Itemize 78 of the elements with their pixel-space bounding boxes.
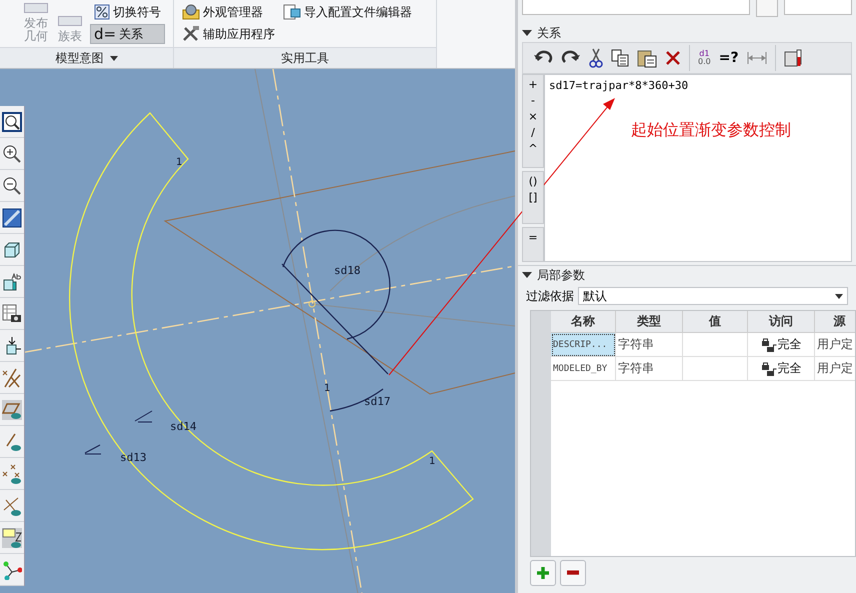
operator-button[interactable]: - [531,94,535,108]
dimension-icon[interactable] [746,51,767,65]
constraint-mark: 1 [176,157,182,168]
node-tree-icon[interactable] [2,560,22,580]
config-editor-icon [283,4,301,20]
paste-icon[interactable] [637,48,657,68]
group-label: 实用工具 [281,50,329,66]
minus-icon [567,570,579,576]
note-eye-icon[interactable] [2,528,22,548]
collapse-caret-icon[interactable] [522,30,532,36]
operator-button[interactable]: + [528,78,538,92]
remove-button[interactable] [560,560,586,586]
cube-label-icon[interactable] [2,272,22,292]
table-cell: 用户定 [815,357,855,381]
dropdown-caret-icon[interactable] [110,56,118,60]
table-camera-icon[interactable] [2,304,22,324]
operator-button[interactable]: [] [528,190,538,205]
copy-icon[interactable] [611,49,629,67]
table-cell[interactable]: DESCRIP... [551,333,616,357]
column-header[interactable]: 访问 [748,311,815,333]
undo-icon[interactable] [533,50,553,66]
constraint-mark: 1 [324,383,330,394]
column-header[interactable]: 类型 [616,311,683,333]
thermometer-icon[interactable] [784,48,804,68]
section-title: 局部参数 [537,266,585,284]
table-cell: 完全 [778,360,802,377]
ribbon-button[interactable]: 辅助应用程序 [178,24,416,44]
section-title: 关系 [537,24,561,42]
table-cell: 用户定 [815,333,855,357]
tools-icon [182,26,200,42]
collapse-caret-icon[interactable] [522,272,532,278]
filter-dropdown[interactable]: 默认 [578,287,848,305]
operator-button[interactable]: () [528,174,538,189]
zoom-out-icon[interactable] [2,176,22,196]
group-label: 模型意图 [56,50,104,66]
axis-cross-icon[interactable] [2,368,22,388]
ribbon-button[interactable]: 导入配置文件编辑器 [279,2,416,22]
header-corner [531,311,551,333]
ribbon-button[interactable]: 切换符号 [90,2,165,22]
table-cell: 字符串 [616,357,683,381]
globe-folder-icon [182,4,200,20]
cube-icon[interactable] [2,240,22,260]
plus-icon [537,567,549,579]
operator-button[interactable]: ^ [528,142,538,156]
percent-icon [94,4,110,20]
table-cell: 字符串 [616,333,683,357]
ribbon-button[interactable]: d= 关系 [90,24,165,44]
plane-eye-icon[interactable] [2,400,22,420]
cut-icon[interactable] [589,48,603,68]
dimension-label: sd17 [364,395,390,408]
zoom-in-icon[interactable] [2,144,22,164]
zoom-window-icon[interactable] [2,112,22,132]
constraint-mark: 1 [429,456,436,467]
filter-label: 过滤依据 [526,288,574,304]
table-cell[interactable]: MODELED_BY [551,357,616,381]
dimension-label: sd18 [334,264,360,277]
redo-icon[interactable] [561,50,581,66]
operator-button[interactable]: = [528,230,538,245]
operator-button[interactable]: × [528,110,538,124]
delete-icon[interactable] [665,50,681,66]
operator-button[interactable]: / [531,126,535,140]
table-cell: 完全 [778,336,802,353]
ribbon-button[interactable]: 外观管理器 [178,2,267,22]
coordinate-eye-icon[interactable] [2,496,22,516]
dimension-arrow [84,444,102,454]
dimension-arrow [134,410,152,422]
shaded-square-icon[interactable] [2,208,22,228]
verify-button[interactable]: =? [718,50,739,66]
points-eye-icon[interactable] [2,464,22,484]
lock-icon [760,360,776,376]
annotation-text: 起始位置渐变参数控制 [631,120,791,141]
add-button[interactable] [530,560,556,586]
column-header[interactable]: 源 [815,311,855,333]
lock-icon [760,336,776,352]
column-header[interactable]: 名称 [551,311,616,333]
center-point [308,300,316,308]
column-header[interactable]: 值 [683,311,748,333]
switch-dimensions-button[interactable]: d1 0.0 [698,50,711,66]
